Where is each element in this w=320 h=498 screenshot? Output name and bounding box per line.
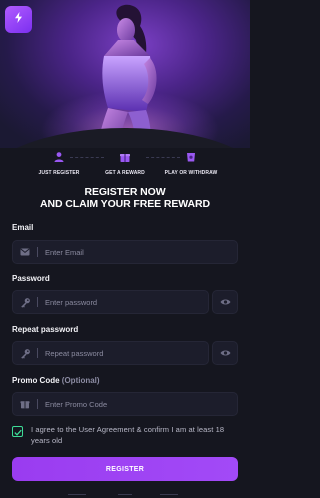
- step-play-withdraw: PLAY OR WITHDRAW: [151, 150, 231, 176]
- key-icon: [13, 348, 37, 359]
- field-separator: [37, 247, 38, 257]
- promo-code-input[interactable]: [45, 399, 237, 409]
- agreement-checkbox[interactable]: [12, 426, 23, 437]
- agreement-text[interactable]: I agree to the User Agreement & confirm …: [31, 424, 240, 446]
- register-button[interactable]: REGISTER: [12, 457, 238, 481]
- logo-button[interactable]: [5, 6, 32, 33]
- repeat-password-field[interactable]: [45, 348, 208, 358]
- eye-icon: [220, 293, 231, 311]
- field-separator: [37, 399, 38, 409]
- field-separator: [37, 348, 38, 358]
- page-title: REGISTER NOW AND CLAIM YOUR FREE REWARD: [0, 186, 250, 210]
- eye-icon: [220, 344, 231, 362]
- password-label: Password: [12, 274, 50, 283]
- repeat-password-field-wrapper: [12, 341, 209, 365]
- footer-divider: [118, 494, 132, 495]
- envelope-icon: [13, 248, 37, 256]
- checkmark-icon: [13, 423, 22, 441]
- email-label: Email: [12, 223, 34, 232]
- promo-code-field-wrapper: [12, 392, 238, 416]
- footer-divider: [160, 494, 178, 495]
- hero-character-image: [98, 4, 157, 148]
- lightning-bolt-icon: [12, 11, 25, 29]
- promo-code-label: Promo Code (Optional): [12, 376, 100, 385]
- gift-icon: [13, 399, 37, 409]
- headline-line-1: REGISTER NOW: [84, 186, 166, 198]
- email-field-wrapper: [12, 240, 238, 264]
- show-password-button[interactable]: [212, 290, 238, 314]
- reward-steps: JUST REGISTER GET A REWARD PLAY OR WITHD…: [0, 150, 250, 180]
- password-field-wrapper: [12, 290, 209, 314]
- repeat-password-label: Repeat password: [12, 325, 79, 334]
- password-field[interactable]: [45, 297, 208, 307]
- hero-banner: [0, 0, 250, 148]
- headline-line-2: AND CLAIM YOUR FREE REWARD: [40, 198, 210, 210]
- gift-icon: [118, 150, 132, 164]
- show-repeat-password-button[interactable]: [212, 341, 238, 365]
- wallet-icon: [184, 150, 198, 164]
- agreement-row: I agree to the User Agreement & confirm …: [12, 424, 240, 446]
- promo-code-label-text: Promo Code: [12, 376, 60, 385]
- field-separator: [37, 297, 38, 307]
- key-icon: [13, 297, 37, 308]
- user-icon: [52, 150, 66, 164]
- email-field[interactable]: [45, 247, 237, 257]
- footer-divider: [68, 494, 86, 495]
- step-label: PLAY OR WITHDRAW: [164, 170, 218, 176]
- optional-hint: (Optional): [61, 376, 100, 385]
